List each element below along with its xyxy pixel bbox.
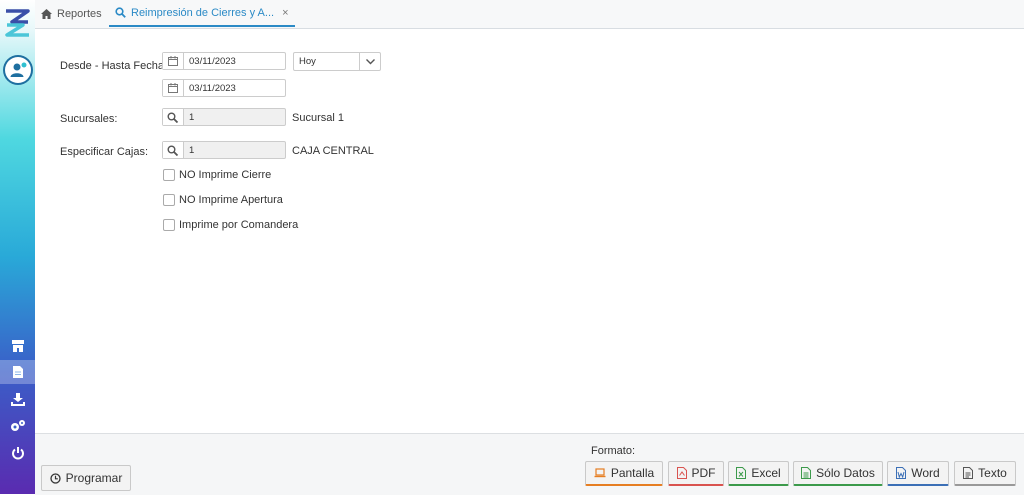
report-form: Desde - Hasta Fecha: 03/11/2023 Hoy 03/1… [35, 29, 1024, 433]
hasta-date-field[interactable]: 03/11/2023 [162, 79, 286, 97]
pantalla-button[interactable]: Pantalla [585, 461, 663, 486]
word-file-icon [896, 467, 907, 479]
sucursal-lookup-field[interactable]: 1 [162, 108, 286, 126]
excel-file-icon [736, 467, 747, 479]
sucursal-name: Sucursal 1 [292, 112, 344, 124]
chevron-down-icon[interactable] [359, 53, 380, 70]
periodo-select[interactable]: Hoy [293, 52, 381, 71]
app-logo[interactable] [4, 8, 31, 38]
data-file-icon [801, 467, 812, 479]
word-button[interactable]: Word [887, 461, 949, 486]
caja-lookup-field[interactable]: 1 [162, 141, 286, 159]
download-icon[interactable] [0, 387, 35, 411]
close-icon[interactable]: × [282, 7, 288, 19]
programar-button[interactable]: Programar [41, 465, 131, 491]
fecha-label: Desde - Hasta Fecha: [60, 60, 167, 72]
home-icon [41, 8, 52, 19]
checkbox-box[interactable] [163, 194, 175, 206]
excel-button[interactable]: Excel [728, 461, 789, 486]
tab-reportes[interactable]: Reportes [41, 0, 102, 27]
imprime-comandera-checkbox[interactable]: Imprime por Comandera [163, 219, 298, 231]
lookup-search-icon[interactable] [163, 142, 184, 158]
no-imprime-cierre-checkbox[interactable]: NO Imprime Cierre [163, 169, 271, 181]
checkbox-box[interactable] [163, 219, 175, 231]
document-icon[interactable] [0, 360, 35, 384]
lookup-search-icon[interactable] [163, 109, 184, 125]
caja-name: CAJA CENTRAL [292, 145, 374, 157]
no-imprime-apertura-checkbox[interactable]: NO Imprime Apertura [163, 194, 283, 206]
pdf-button[interactable]: PDF [668, 461, 724, 486]
tab-reimpresion-label: Reimpresión de Cierres y A... [131, 6, 275, 19]
checkbox-box[interactable] [163, 169, 175, 181]
tab-reportes-label: Reportes [57, 7, 102, 20]
desde-date-field[interactable]: 03/11/2023 [162, 52, 286, 70]
pdf-file-icon [676, 467, 687, 479]
formato-label: Formato: [591, 445, 636, 457]
calendar-icon[interactable] [163, 80, 184, 96]
laptop-icon [594, 468, 606, 478]
cajas-label: Especificar Cajas: [60, 146, 149, 158]
texto-button[interactable]: Texto [954, 461, 1016, 486]
power-icon[interactable] [0, 441, 35, 465]
clock-icon [50, 472, 61, 484]
store-icon[interactable] [0, 334, 35, 358]
search-icon [115, 7, 126, 18]
calendar-icon[interactable] [163, 53, 184, 69]
solo-datos-button[interactable]: Sólo Datos [793, 461, 883, 486]
footer-bar: Programar Formato: Pantalla PDF Excel Só… [35, 433, 1024, 495]
user-avatar-icon[interactable] [5, 57, 31, 83]
sidebar [0, 0, 35, 494]
tab-reimpresion[interactable]: Reimpresión de Cierres y A... × [109, 0, 295, 27]
text-file-icon [963, 467, 974, 479]
sucursales-label: Sucursales: [60, 113, 118, 125]
tab-bar: Reportes Reimpresión de Cierres y A... × [35, 0, 1024, 29]
settings-icon[interactable] [0, 414, 35, 438]
